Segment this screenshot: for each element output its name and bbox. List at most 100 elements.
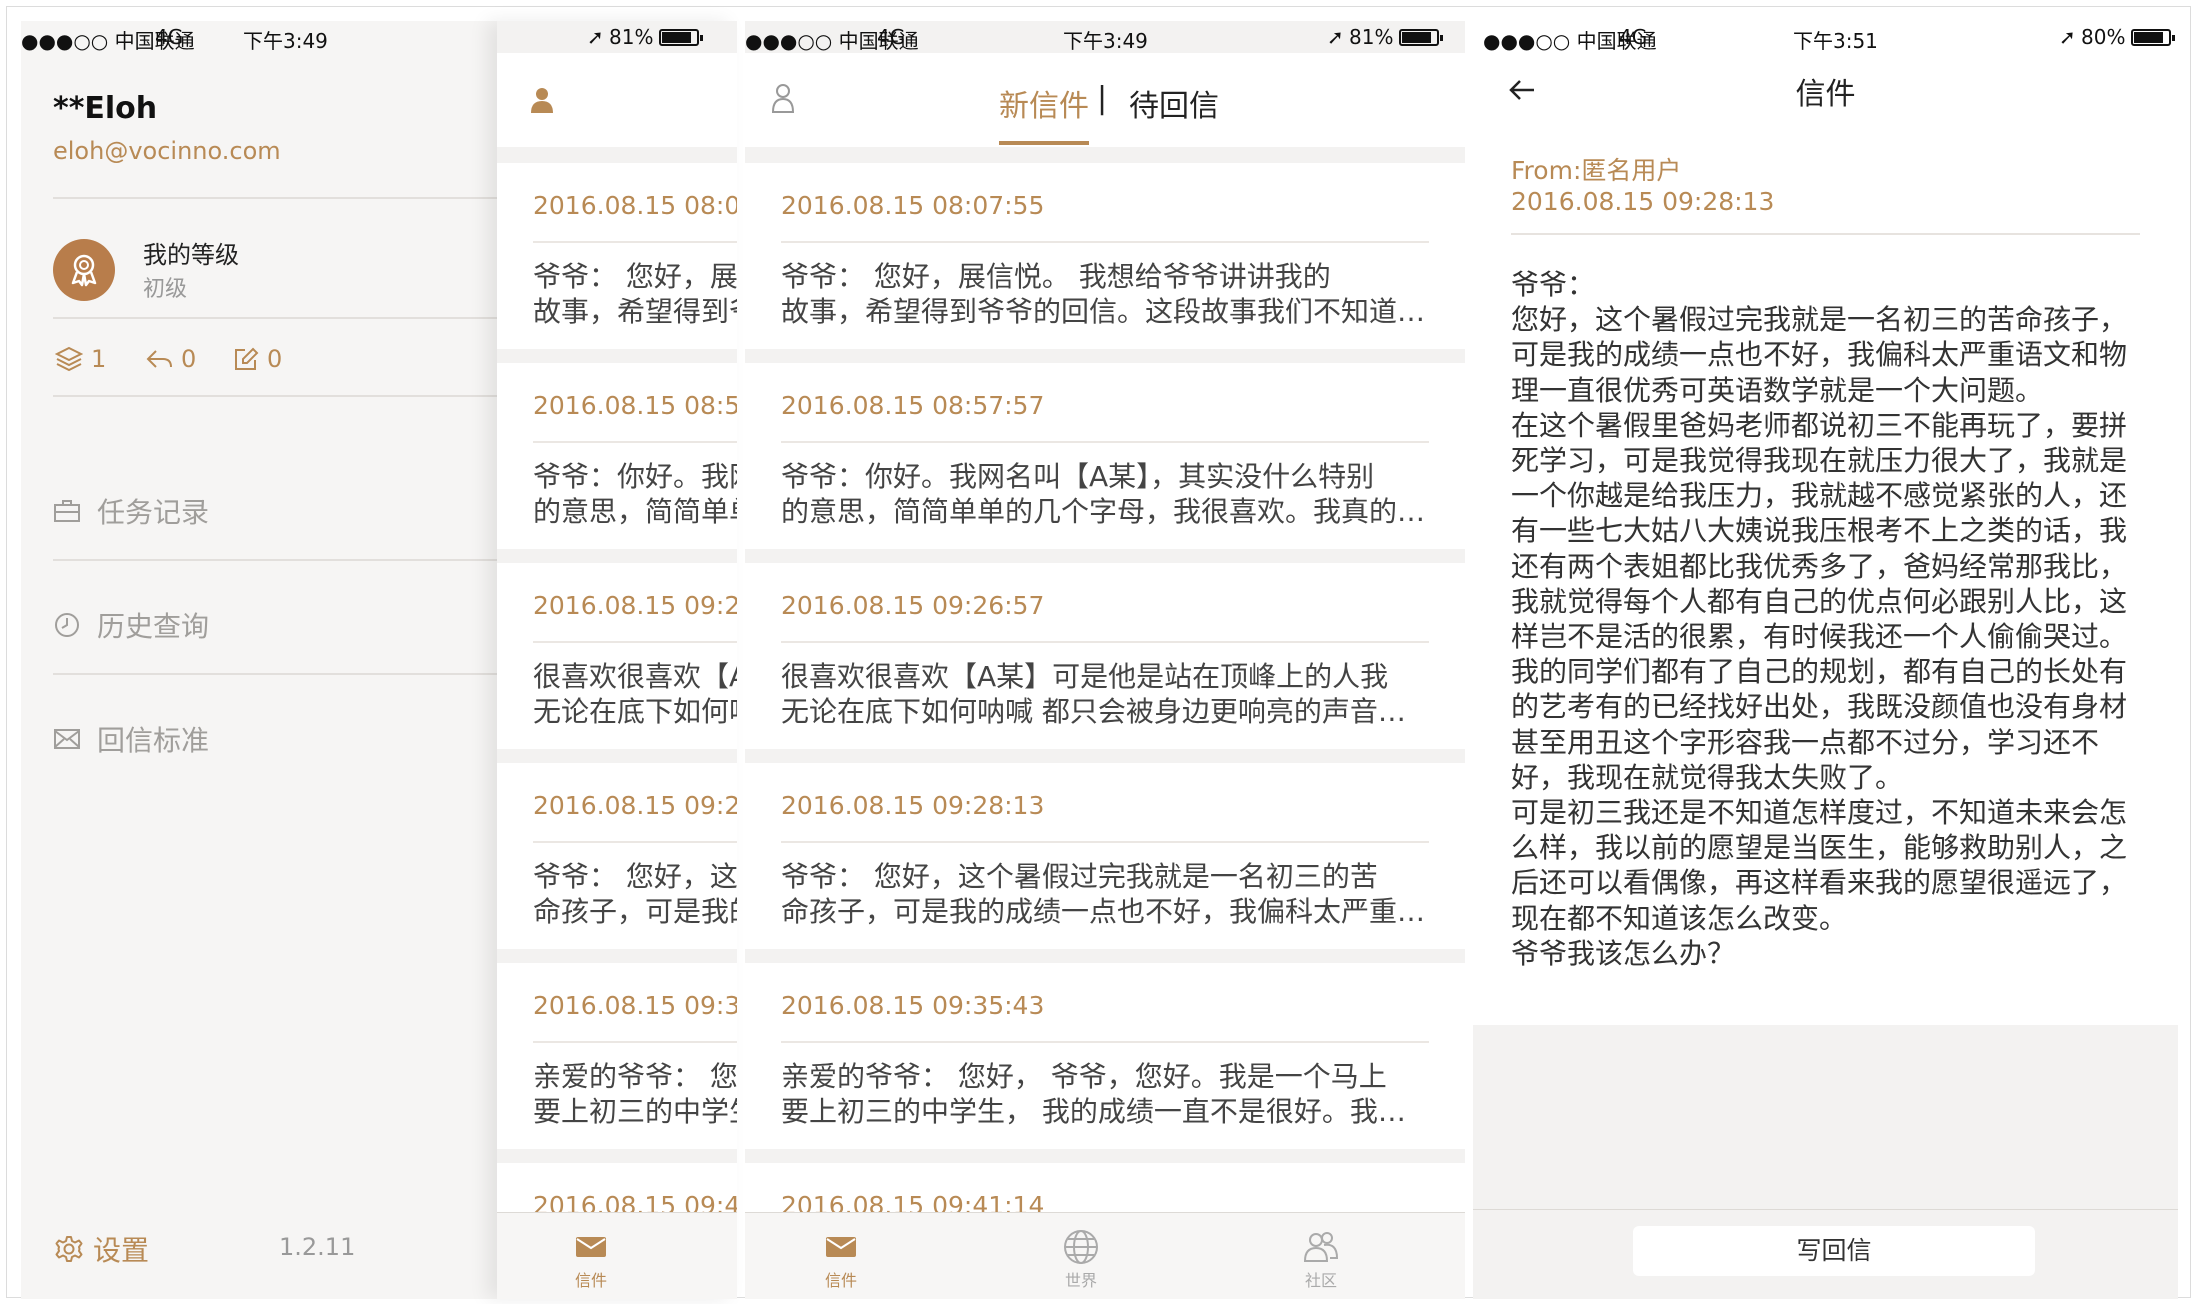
user-name: **Eloh bbox=[53, 91, 158, 126]
letter-date: 2016.08.15 08:57:57 bbox=[781, 391, 1045, 420]
divider bbox=[53, 197, 497, 199]
nav-bar: 新信件 | 待回信 bbox=[745, 53, 1465, 147]
preview-line: 故事，希望得到爷爷的回信。这段故事我们不知道怎么开始 bbox=[781, 295, 1429, 328]
user-icon[interactable] bbox=[531, 87, 553, 113]
letter-card[interactable]: 2016.08.15 08:57:57 爷爷：你好。我网名叫【A某】，其实没什么… bbox=[745, 363, 1465, 549]
preview-line: 爷爷： 您好，这个暑假过完我就是一名初三的苦 bbox=[533, 860, 737, 893]
menu-label: 历史查询 bbox=[97, 610, 210, 643]
preview-line: 命孩子，可是我的成绩一点也不好，我偏科太严重语文 bbox=[781, 895, 1429, 928]
divider bbox=[781, 241, 1429, 243]
mail-icon bbox=[54, 729, 80, 749]
letter-preview: 爷爷： 您好，展信悦。 我想给爷爷讲讲我的故事，希望得到爷爷的回信。这段故事我们… bbox=[533, 259, 737, 329]
divider bbox=[53, 395, 497, 397]
status-bar: ●●●○○ 中国联通 4G 下午3:49 bbox=[21, 21, 497, 53]
clock: 下午3:49 bbox=[243, 29, 328, 53]
tab-letters[interactable]: 信件 bbox=[801, 1227, 881, 1291]
letter-body: 爷爷： 您好，这个暑假过完我就是一名初三的苦命孩子，可是我的成绩一点也不好，我偏… bbox=[1511, 267, 2148, 971]
letter-preview: 很喜欢很喜欢【A某】可是他是站在顶峰上的人我无论在底下如何呐喊 都只会被身边更响… bbox=[781, 659, 1429, 729]
edit-icon bbox=[235, 347, 259, 370]
status-bar: ➚ 81% bbox=[497, 21, 737, 53]
letter-date: 2016.08.15 08:07:55 bbox=[781, 191, 1045, 220]
letter-date: 2016.08.15 09:35:43 bbox=[781, 991, 1045, 1020]
location-icon: ➚ bbox=[1327, 25, 1344, 49]
letter-card[interactable]: 2016.08.15 09:28:13 爷爷： 您好，这个暑假过完我就是一名初三… bbox=[497, 763, 737, 949]
settings-button[interactable]: 设置 bbox=[55, 1229, 149, 1269]
letter-date: 2016.08.15 09:35:43 bbox=[533, 991, 737, 1020]
clock-icon bbox=[55, 613, 79, 637]
battery-icon bbox=[659, 29, 704, 46]
letter-card[interactable]: 2016.08.15 09:26:57 很喜欢很喜欢【A某】可是他是站在顶峰上的… bbox=[497, 563, 737, 749]
gear-icon bbox=[55, 1236, 83, 1262]
award-icon bbox=[71, 254, 97, 287]
status-bar: ●●●○○ 中国联通 4G 下午3:49 ➚ 81% bbox=[745, 21, 1465, 53]
nav-bar bbox=[497, 53, 737, 147]
level-badge[interactable] bbox=[53, 239, 115, 301]
tab-pending-reply[interactable]: 待回信 bbox=[1129, 81, 1219, 125]
letter-date: 2016.08.15 09:28:13 bbox=[533, 791, 737, 820]
preview-line: 爷爷：你好。我网名叫【A某】，其实没什么特别 bbox=[781, 460, 1375, 493]
write-reply-button[interactable]: 写回信 bbox=[1633, 1226, 2035, 1276]
tab-label: 信件 bbox=[574, 1271, 607, 1290]
letter-card[interactable]: 2016.08.15 08:57:57 爷爷：你好。我网名叫【A某】，其实没什么… bbox=[497, 363, 737, 549]
letter-preview: 爷爷： 您好，这个暑假过完我就是一名初三的苦命孩子，可是我的成绩一点也不好，我偏… bbox=[781, 859, 1429, 929]
letter-preview: 爷爷：你好。我网名叫【A某】，其实没什么特别的意思，简简单单的几个字母，我很喜欢… bbox=[781, 459, 1429, 529]
stat-replies[interactable]: 0 bbox=[145, 345, 196, 373]
network-type: 4G bbox=[1619, 25, 1648, 49]
preview-line: 无论在底下如何呐喊 都只会被身边更响亮的声音淹没 bbox=[781, 695, 1429, 728]
letter-card[interactable]: 2016.08.15 09:28:13 爷爷： 您好，这个暑假过完我就是一名初三… bbox=[745, 763, 1465, 949]
divider bbox=[533, 841, 737, 843]
menu-item-reply-standards[interactable]: 回信标准 bbox=[53, 719, 209, 759]
letter-paragraph: 爷爷我该怎么办？ bbox=[1511, 936, 1736, 970]
preview-line: 爷爷： 您好，展信悦。 我想给爷爷讲讲我的 bbox=[533, 260, 737, 293]
network-type: 4G bbox=[877, 25, 906, 49]
preview-line: 很喜欢很喜欢【A某】可是他是站在顶峰上的人我 bbox=[781, 660, 1389, 693]
menu-item-history[interactable]: 历史查询 bbox=[53, 605, 209, 645]
tab-community[interactable]: 社区 bbox=[1281, 1227, 1361, 1291]
user-outline-icon[interactable] bbox=[771, 83, 795, 113]
user-email: eloh@vocinno.com bbox=[53, 137, 281, 165]
letter-card[interactable]: 2016.08.15 08:07:55 爷爷： 您好，展信悦。 我想给爷爷讲讲我… bbox=[497, 163, 737, 349]
divider bbox=[53, 317, 497, 319]
letter-card[interactable]: 2016.08.15 09:35:43 亲爱的爷爷： 您好， 爷爷，您好。我是一… bbox=[497, 963, 737, 1149]
letter-paragraph: 我的同学们都有了自己的规划，都有自己的长处有的艺考有的已经找好出处，我既没颜值也… bbox=[1511, 655, 2128, 794]
letter-date: 2016.08.15 09:26:57 bbox=[533, 591, 737, 620]
letter-date: 2016.08.15 09:28:13 bbox=[1511, 187, 1775, 216]
stat-letters-count: 1 bbox=[91, 345, 107, 373]
inbox-screen: ●●●○○ 中国联通 4G 下午3:49 ➚ 81% 新信件 | 待回信 201… bbox=[745, 21, 1465, 1299]
bottom-bar: 写回信 bbox=[1473, 1209, 2178, 1299]
envelope-icon bbox=[826, 1237, 856, 1257]
divider bbox=[781, 641, 1429, 643]
preview-line: 无论在底下如何呐喊 都只会被身边更响亮的声音淹没 bbox=[533, 695, 737, 728]
tab-bar: 信件 bbox=[497, 1212, 737, 1299]
inbox-screen-partial: ➚ 81% 2016.08.15 08:07:55 爷爷： 您好，展信悦。 我想… bbox=[497, 21, 737, 1299]
letter-card[interactable]: 2016.08.15 09:26:57 很喜欢很喜欢【A某】可是他是站在顶峰上的… bbox=[745, 563, 1465, 749]
battery-indicator: 81% bbox=[1349, 25, 1444, 49]
letter-card[interactable]: 2016.08.15 09:35:43 亲爱的爷爷： 您好， 爷爷，您好。我是一… bbox=[745, 963, 1465, 1149]
letter-preview: 亲爱的爷爷： 您好， 爷爷，您好。我是一个马上要上初三的中学生， 我的成绩一直不… bbox=[533, 1059, 737, 1129]
preview-line: 要上初三的中学生， 我的成绩一直不是很好。我很担心 bbox=[533, 1095, 737, 1128]
battery-indicator: 80% bbox=[2081, 25, 2176, 49]
divider bbox=[781, 1041, 1429, 1043]
network-type: 4G bbox=[155, 25, 184, 49]
tab-new-letters[interactable]: 新信件 bbox=[999, 81, 1089, 125]
stat-replies-count: 0 bbox=[181, 345, 197, 373]
menu-label: 任务记录 bbox=[97, 496, 210, 529]
letter-paragraph: 可是初三我还是不知道怎样度过，不知道未来会怎么样，我以前的愿望是当医生，能够救助… bbox=[1511, 796, 2128, 935]
status-bar: ●●●○○ 中国联通 4G 下午3:51 ➚ 80% bbox=[1473, 21, 2178, 53]
tab-letters[interactable]: 信件 bbox=[551, 1227, 631, 1291]
sidebar-screen: ●●●○○ 中国联通 4G 下午3:49 **Eloh eloh@vocinno… bbox=[21, 21, 497, 1299]
divider bbox=[781, 841, 1429, 843]
divider bbox=[533, 641, 737, 643]
clock: 下午3:51 bbox=[1793, 29, 1878, 53]
menu-item-task-records[interactable]: 任务记录 bbox=[53, 491, 209, 531]
menu-label: 回信标准 bbox=[97, 724, 210, 757]
stat-tasks[interactable]: 0 bbox=[233, 345, 282, 373]
stat-letters[interactable]: 1 bbox=[55, 345, 106, 373]
people-icon bbox=[1303, 1232, 1339, 1262]
envelope-icon bbox=[576, 1237, 606, 1257]
divider bbox=[1511, 233, 2140, 235]
tab-world[interactable]: 世界 bbox=[1041, 1227, 1121, 1291]
active-tab-indicator bbox=[999, 141, 1089, 145]
tab-bar: 信件 世界 社区 bbox=[745, 1212, 1465, 1299]
letter-card[interactable]: 2016.08.15 08:07:55 爷爷： 您好，展信悦。 我想给爷爷讲讲我… bbox=[745, 163, 1465, 349]
